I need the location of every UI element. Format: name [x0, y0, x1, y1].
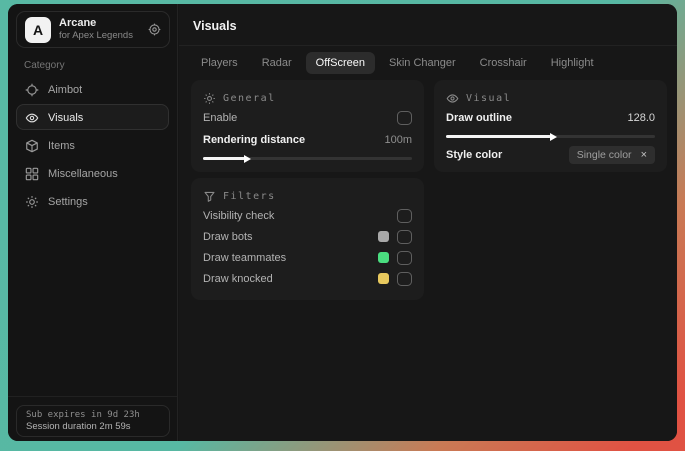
sidebar-item-items[interactable]: Items [8, 132, 177, 160]
draw-bots-color-swatch[interactable] [378, 231, 389, 242]
visibility-check-label: Visibility check [203, 209, 275, 222]
sidebar-item-miscellaneous[interactable]: Miscellaneous [8, 160, 177, 188]
eye-icon [446, 92, 459, 105]
sidebar-item-label: Aimbot [48, 84, 83, 96]
style-color-chip[interactable]: Single color × [568, 146, 655, 164]
draw-outline-label: Draw outline [446, 112, 513, 124]
profile-text: Arcane for Apex Legends [59, 17, 140, 43]
sidebar-item-label: Settings [48, 196, 88, 208]
main-header: Visuals [179, 4, 677, 46]
style-color-label: Style color [446, 149, 503, 161]
sidebar: A Arcane for Apex Legends Category Aimbo… [8, 4, 178, 441]
draw-knocked-checkbox[interactable] [397, 271, 412, 286]
app-subtitle: for Apex Legends [59, 30, 133, 42]
panel-filters: Filters Visibility check Draw bots Draw … [191, 178, 424, 300]
layout-grid-icon [25, 167, 39, 181]
crosshair-icon [25, 83, 39, 97]
enable-label: Enable [203, 112, 238, 124]
sidebar-item-aimbot[interactable]: Aimbot [8, 76, 177, 104]
app-name: Arcane [59, 16, 97, 29]
sidebar-footer-divider [8, 396, 177, 397]
tab-players[interactable]: Players [191, 52, 248, 74]
gear-icon [25, 195, 39, 209]
sidebar-item-visuals[interactable]: Visuals [8, 104, 177, 132]
draw-bots-label: Draw bots [203, 230, 253, 243]
draw-knocked-color-swatch[interactable] [378, 273, 389, 284]
sidebar-item-settings[interactable]: Settings [8, 188, 177, 216]
subscription-info-card: Sub expires in 9d 23h Session duration 2… [16, 405, 170, 437]
sidebar-item-label: Visuals [48, 112, 84, 124]
draw-outline-row: Draw outline 128.0 [446, 107, 655, 129]
tab-highlight[interactable]: Highlight [541, 52, 604, 74]
settings-gear-icon[interactable] [148, 23, 161, 36]
category-label: Category [24, 60, 65, 71]
draw-teammates-checkbox[interactable] [397, 250, 412, 265]
chip-label: Single color [576, 149, 632, 161]
panel-title: Visual [466, 92, 512, 104]
cube-icon [25, 139, 39, 153]
funnel-icon [203, 190, 216, 203]
panel-title: Filters [223, 190, 276, 202]
tab-bar: Players Radar OffScreen Skin Changer Cro… [191, 52, 604, 74]
panel-visual: Visual Draw outline 128.0 Style color Si… [434, 80, 667, 172]
sidebar-item-label: Items [48, 140, 75, 152]
app-window: A Arcane for Apex Legends Category Aimbo… [8, 4, 677, 441]
tab-offscreen[interactable]: OffScreen [305, 52, 375, 74]
rendering-distance-value: 100m [384, 134, 412, 146]
sun-icon [203, 92, 216, 105]
enable-checkbox[interactable] [397, 111, 412, 125]
style-color-row: Style color Single color × [446, 144, 655, 166]
visibility-check-row: Visibility check [203, 205, 412, 226]
sidebar-item-label: Miscellaneous [48, 168, 118, 180]
draw-bots-row: Draw bots [203, 226, 412, 247]
page-title: Visuals [193, 19, 237, 33]
session-duration-text: Session duration 2m 59s [26, 421, 131, 432]
desktop-background: A Arcane for Apex Legends Category Aimbo… [0, 0, 685, 451]
panel-general-header: General [203, 89, 412, 107]
app-logo: A [25, 16, 51, 43]
draw-outline-slider[interactable] [446, 131, 655, 141]
draw-knocked-row: Draw knocked [203, 268, 412, 289]
panel-visual-header: Visual [446, 89, 655, 107]
draw-teammates-row: Draw teammates [203, 247, 412, 268]
rendering-distance-row: Rendering distance 100m [203, 129, 412, 151]
draw-outline-value: 128.0 [627, 112, 655, 124]
draw-bots-checkbox[interactable] [397, 229, 412, 244]
enable-row: Enable [203, 107, 412, 129]
profile-card: A Arcane for Apex Legends [16, 11, 170, 48]
panel-filters-header: Filters [203, 187, 412, 205]
slider-fill [446, 135, 551, 138]
draw-teammates-label: Draw teammates [203, 251, 287, 264]
draw-knocked-label: Draw knocked [203, 272, 273, 285]
tab-radar[interactable]: Radar [252, 52, 302, 74]
rendering-distance-slider[interactable] [203, 153, 412, 163]
slider-fill [203, 157, 245, 160]
tab-skin-changer[interactable]: Skin Changer [379, 52, 466, 74]
rendering-distance-label: Rendering distance [203, 134, 306, 146]
panel-general: General Enable Rendering distance 100m [191, 80, 424, 172]
tab-crosshair[interactable]: Crosshair [470, 52, 537, 74]
visibility-check-checkbox[interactable] [397, 208, 412, 223]
draw-teammates-color-swatch[interactable] [378, 252, 389, 263]
main-content: Visuals Players Radar OffScreen Skin Cha… [179, 4, 677, 441]
eye-icon [25, 111, 39, 125]
close-icon[interactable]: × [641, 149, 647, 161]
panel-title: General [223, 92, 276, 104]
sub-expires-text: Sub expires in 9d 23h [26, 410, 140, 420]
sidebar-nav: Aimbot Visuals Items Miscellaneous Setti… [8, 76, 177, 216]
